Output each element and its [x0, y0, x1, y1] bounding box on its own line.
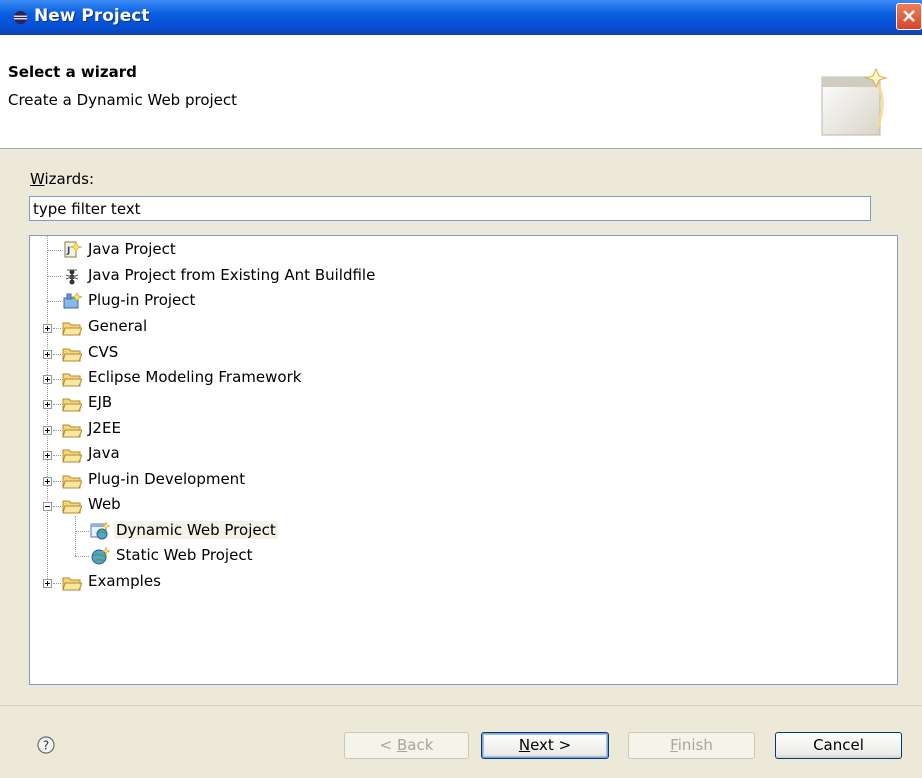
tree-item-label: General	[88, 317, 148, 335]
tree-guide	[53, 481, 61, 482]
expand-icon[interactable]	[43, 375, 52, 384]
expand-icon[interactable]	[43, 324, 52, 333]
tree-item-label: Web	[88, 495, 121, 513]
cancel-button[interactable]: Cancel	[775, 732, 902, 759]
tree-item-plugin-project[interactable]: Plug-in Project	[30, 289, 897, 314]
back-button[interactable]: < Back	[344, 732, 469, 759]
folder-icon	[62, 424, 82, 438]
tree-guide	[53, 506, 61, 507]
java-project-icon: J	[64, 241, 82, 258]
tree-guide	[47, 276, 61, 277]
page-title: Select a wizard	[8, 63, 137, 81]
plugin-project-icon	[63, 292, 82, 309]
tree-guide	[47, 250, 61, 251]
tree-guide	[75, 556, 89, 557]
collapse-icon[interactable]	[43, 502, 52, 511]
tree-item-label: Java	[88, 444, 120, 462]
tree-item-plugin-development[interactable]: Plug-in Development	[30, 468, 897, 493]
tree-item-cvs[interactable]: CVS	[30, 341, 897, 366]
tree-guide	[47, 301, 61, 302]
tree-guide	[53, 430, 61, 431]
tree-item-label: EJB	[88, 393, 113, 411]
svg-text:J: J	[66, 246, 70, 256]
expand-icon[interactable]	[43, 350, 52, 359]
expand-icon[interactable]	[43, 426, 52, 435]
dynamic-web-project-icon	[90, 522, 110, 540]
tree-item-label: CVS	[88, 343, 119, 361]
wizard-tree[interactable]: J Java Project Java Project from Existin…	[29, 235, 898, 685]
tree-item-label: Static Web Project	[116, 546, 253, 564]
expand-icon[interactable]	[43, 451, 52, 460]
window-title: New Project	[34, 6, 150, 26]
ant-icon	[65, 269, 79, 285]
svg-text:?: ?	[43, 739, 49, 753]
tree-guide	[53, 354, 61, 355]
tree-item-ant-project[interactable]: Java Project from Existing Ant Buildfile	[30, 264, 897, 289]
expand-icon[interactable]	[43, 477, 52, 486]
finish-button[interactable]: Finish	[628, 732, 755, 759]
tree-item-j2ee[interactable]: J2EE	[30, 417, 897, 442]
tree-item-general[interactable]: General	[30, 315, 897, 340]
tree-item-static-web-project[interactable]: Static Web Project	[30, 544, 897, 569]
tree-guide	[53, 455, 61, 456]
folder-icon	[62, 348, 82, 362]
footer-divider	[0, 705, 922, 706]
close-icon	[903, 10, 915, 22]
help-icon[interactable]: ?	[36, 735, 56, 755]
tree-item-label: Eclipse Modeling Framework	[88, 368, 302, 386]
tree-guide	[53, 583, 61, 584]
tree-item-java[interactable]: Java	[30, 442, 897, 467]
page-description: Create a Dynamic Web project	[8, 91, 238, 109]
tree-item-label: Plug-in Project	[88, 291, 196, 309]
filter-input[interactable]	[29, 196, 871, 221]
folder-icon	[62, 577, 82, 591]
expand-icon[interactable]	[43, 579, 52, 588]
tree-item-dynamic-web-project[interactable]: Dynamic Web Project	[30, 519, 897, 544]
tree-item-label: Java Project	[88, 240, 176, 258]
tree-item-label: Dynamic Web Project	[114, 521, 278, 539]
wizards-label: Wizards:	[30, 170, 95, 188]
expand-icon[interactable]	[43, 400, 52, 409]
tree-item-web[interactable]: Web	[30, 493, 897, 518]
static-web-project-icon	[91, 547, 110, 565]
title-bar: New Project	[0, 0, 922, 35]
folder-icon	[62, 449, 82, 463]
tree-item-label: J2EE	[88, 419, 121, 437]
tree-item-emf[interactable]: Eclipse Modeling Framework	[30, 366, 897, 391]
close-button[interactable]	[896, 3, 922, 30]
tree-item-label: Examples	[88, 572, 161, 590]
tree-guide	[53, 328, 61, 329]
wizard-header: Select a wizard Create a Dynamic Web pro…	[0, 35, 922, 149]
folder-icon	[62, 475, 82, 489]
tree-item-examples[interactable]: Examples	[30, 570, 897, 595]
wizard-banner-icon	[821, 67, 888, 136]
folder-icon	[62, 322, 82, 336]
tree-item-java-project[interactable]: J Java Project	[30, 238, 897, 263]
tree-guide	[53, 379, 61, 380]
eclipse-icon	[13, 10, 28, 25]
tree-guide	[75, 531, 89, 532]
folder-icon	[62, 398, 82, 412]
folder-open-icon	[62, 500, 82, 514]
folder-icon	[62, 373, 82, 387]
next-button[interactable]: Next >	[481, 732, 609, 759]
tree-item-label: Java Project from Existing Ant Buildfile	[88, 266, 376, 284]
tree-item-ejb[interactable]: EJB	[30, 391, 897, 416]
tree-guide	[53, 404, 61, 405]
tree-item-label: Plug-in Development	[88, 470, 246, 488]
